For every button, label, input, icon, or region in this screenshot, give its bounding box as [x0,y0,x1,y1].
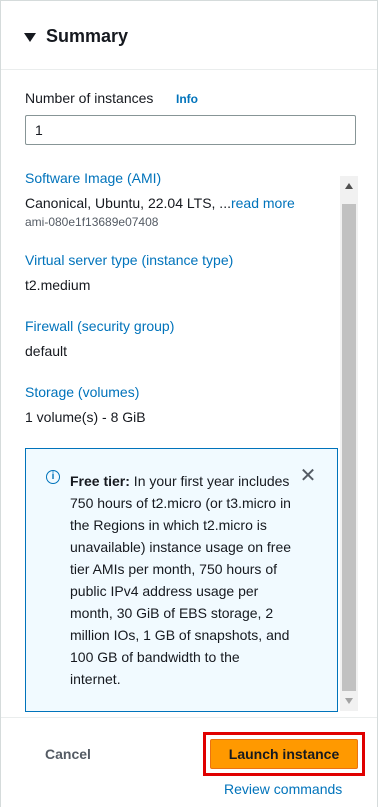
scroll-down-arrow-icon[interactable] [345,698,353,704]
info-icon: i [46,470,60,484]
instances-label: Number of instances [25,90,154,106]
summary-footer: Cancel Launch instance Review commands [1,717,377,807]
storage-value: 1 volume(s) - 8 GiB [25,409,146,425]
firewall-link[interactable]: Firewall (security group) [25,318,174,334]
read-more-link[interactable]: read more [231,195,295,211]
free-tier-body: In your first year includes 750 hours of… [70,473,292,687]
storage-link[interactable]: Storage (volumes) [25,384,139,400]
free-tier-text: Free tier: In your first year includes 7… [70,470,294,690]
instances-input[interactable]: 1 [25,115,356,145]
summary-panel: Summary Number of instances Info 1 Softw… [0,0,378,807]
caret-down-icon[interactable] [24,33,36,42]
launch-instance-button[interactable]: Launch instance [210,739,358,769]
firewall-value: default [25,343,68,359]
instance-type-link[interactable]: Virtual server type (instance type) [25,252,233,268]
close-icon[interactable]: ✕ [299,466,317,486]
summary-header[interactable]: Summary [1,1,377,70]
instance-type-value: t2.medium [25,277,91,293]
launch-highlight-box: Launch instance [203,732,365,776]
vertical-scrollbar[interactable] [340,176,358,711]
scroll-up-arrow-icon[interactable] [345,183,353,189]
cancel-button[interactable]: Cancel [45,746,91,762]
ami-title-link[interactable]: Software Image (AMI) [25,170,161,186]
review-commands-link[interactable]: Review commands [224,781,342,797]
ami-id: ami-080e1f13689e07408 [25,215,159,229]
free-tier-alert: i Free tier: In your first year includes… [25,448,338,712]
free-tier-heading: Free tier: [70,473,130,489]
summary-title: Summary [46,26,129,46]
ami-value-text: Canonical, Ubuntu, 22.04 LTS, ... [25,195,231,211]
scrollbar-thumb[interactable] [342,204,356,691]
info-link[interactable]: Info [176,92,198,106]
ami-value: Canonical, Ubuntu, 22.04 LTS, ...read mo… [25,195,295,211]
